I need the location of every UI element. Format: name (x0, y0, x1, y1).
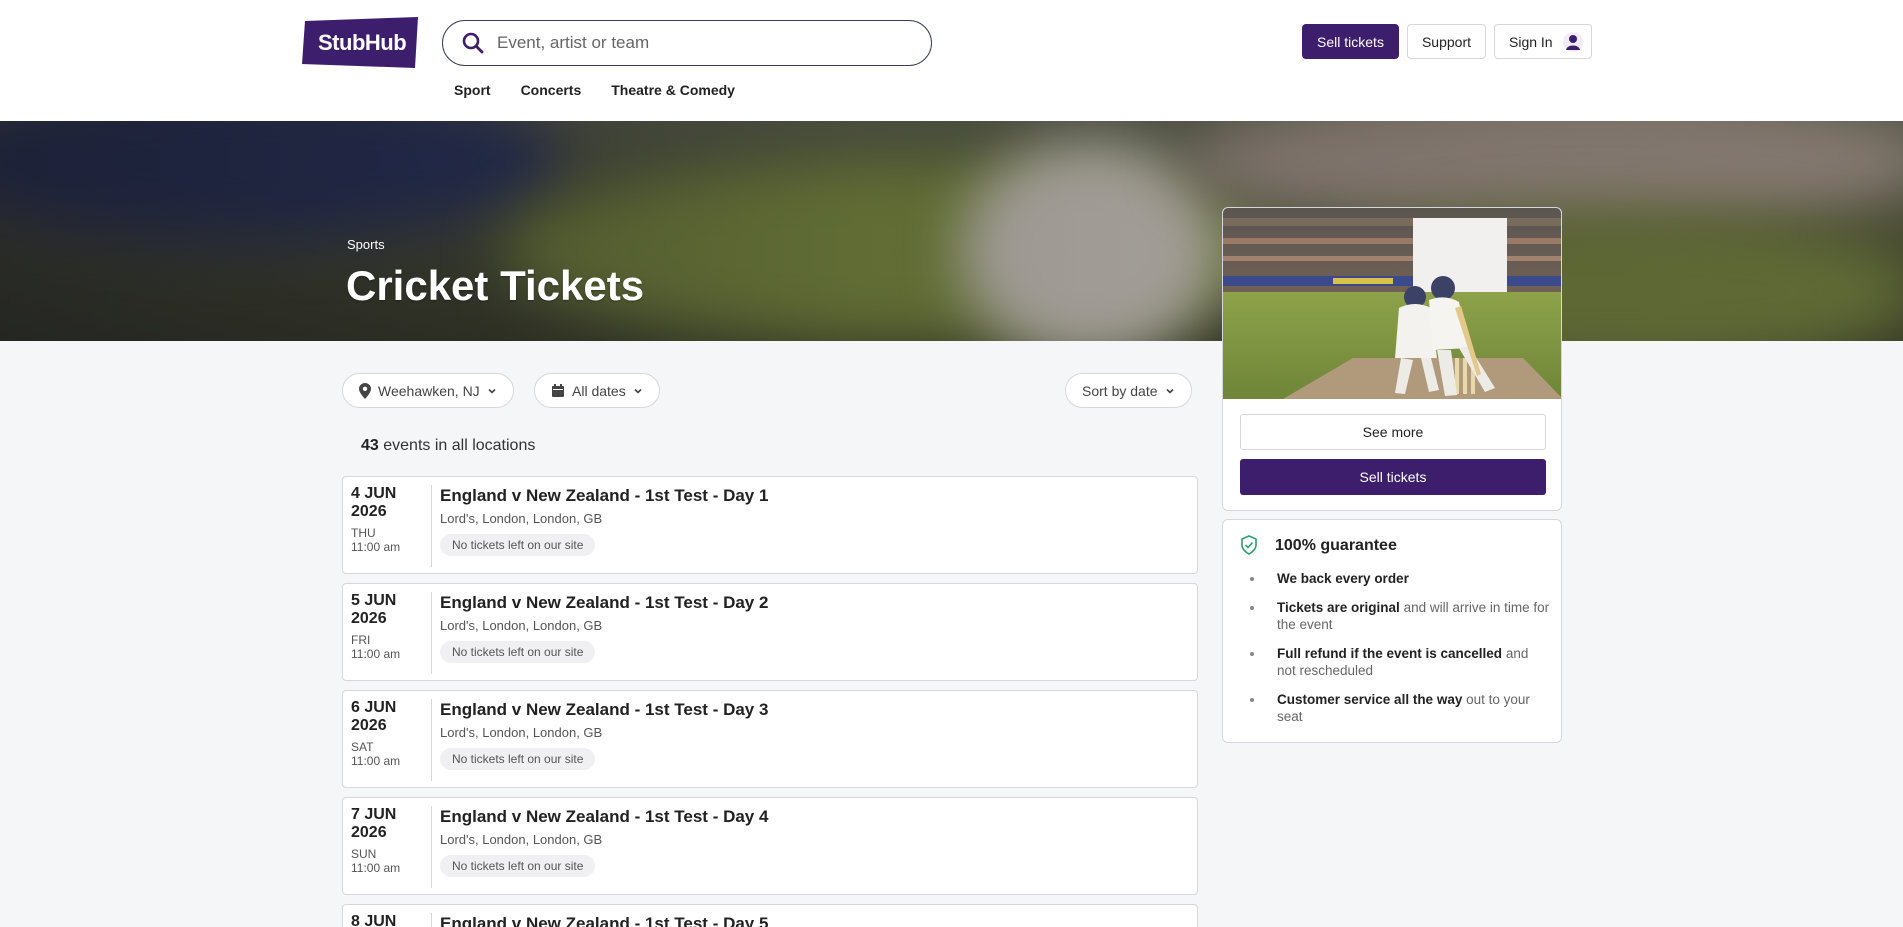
guarantee-item-bold: Tickets are original (1277, 600, 1400, 615)
event-venue: Lord's, London, London, GB (440, 725, 603, 740)
event-date: 8 JUN (351, 913, 431, 927)
promo-card: See more Sell tickets (1222, 207, 1562, 511)
results-count: 43 events in all locations (361, 437, 535, 455)
guarantee-list: We back every order Tickets are original… (1240, 570, 1550, 737)
event-weekday: THU (351, 526, 376, 540)
event-divider (431, 806, 432, 888)
hero-banner (0, 121, 1903, 341)
event-weekday: SUN (351, 847, 377, 861)
event-status-badge: No tickets left on our site (440, 641, 596, 663)
sell-tickets-promo-button[interactable]: Sell tickets (1240, 459, 1546, 495)
event-day-month: 8 JUN (351, 913, 397, 927)
guarantee-item-bold: Full refund if the event is cancelled (1277, 646, 1503, 661)
event-time: 11:00 am (351, 861, 401, 875)
event-year: 2026 (351, 824, 387, 841)
nav-theatre-comedy[interactable]: Theatre & Comedy (611, 82, 735, 98)
event-divider (431, 699, 432, 781)
site-header: StubHub Sport Concerts Theatre & Comedy … (0, 0, 1903, 121)
sell-tickets-button[interactable]: Sell tickets (1302, 24, 1399, 59)
see-more-button[interactable]: See more (1240, 414, 1546, 450)
event-card[interactable]: 4 JUN 2026 THU 11:00 am England v New Ze… (342, 476, 1198, 574)
event-day-month: 5 JUN (351, 592, 397, 609)
guarantee-item: Customer service all the way out to your… (1240, 691, 1550, 725)
event-weekday: SAT (351, 740, 374, 754)
category-nav: Sport Concerts Theatre & Comedy (454, 82, 735, 98)
event-year: 2026 (351, 610, 387, 627)
results-count-number: 43 (361, 437, 379, 454)
shield-check-icon (1241, 535, 1257, 555)
sign-in-label: Sign In (1509, 33, 1553, 50)
event-time: 11:00 am (351, 647, 401, 661)
cricket-photo (1223, 208, 1561, 399)
date-filter[interactable]: All dates (534, 373, 660, 408)
event-year: 2026 (351, 717, 387, 734)
guarantee-item-bold: Customer service all the way (1277, 692, 1463, 707)
event-day-month: 7 JUN (351, 806, 397, 823)
event-divider (431, 592, 432, 674)
chevron-down-icon (488, 388, 496, 394)
event-venue: Lord's, London, London, GB (440, 618, 603, 633)
stubhub-logo[interactable]: StubHub (302, 17, 418, 68)
results-count-text: events in all locations (383, 437, 536, 454)
event-venue: Lord's, London, London, GB (440, 511, 603, 526)
event-day-month: 4 JUN (351, 485, 397, 502)
event-card[interactable]: 7 JUN 2026 SUN 11:00 am England v New Ze… (342, 797, 1198, 895)
guarantee-item: Tickets are original and will arrive in … (1240, 599, 1550, 633)
event-status-badge: No tickets left on our site (440, 534, 596, 556)
nav-concerts[interactable]: Concerts (521, 82, 582, 98)
cricket-photo-illustration (1223, 208, 1561, 399)
event-time: 11:00 am (351, 754, 401, 768)
breadcrumb[interactable]: Sports (347, 237, 385, 252)
event-title[interactable]: England v New Zealand - 1st Test - Day 2 (440, 593, 768, 613)
event-card[interactable]: 5 JUN 2026 FRI 11:00 am England v New Ze… (342, 583, 1198, 681)
event-divider (431, 913, 432, 927)
event-card[interactable]: 6 JUN 2026 SAT 11:00 am England v New Ze… (342, 690, 1198, 788)
event-time: 11:00 am (351, 540, 401, 554)
search-box[interactable] (442, 20, 932, 66)
event-date: 7 JUN 2026 SUN 11:00 am (351, 806, 431, 875)
calendar-icon (552, 383, 564, 397)
event-status-badge: No tickets left on our site (440, 855, 596, 877)
sign-in-button[interactable]: Sign In (1494, 24, 1592, 59)
sort-dropdown[interactable]: Sort by date (1065, 373, 1192, 408)
user-icon (1562, 31, 1583, 52)
event-weekday: FRI (351, 633, 371, 647)
event-title[interactable]: England v New Zealand - 1st Test - Day 4 (440, 807, 768, 827)
event-year: 2026 (351, 503, 387, 520)
event-status-badge: No tickets left on our site (440, 748, 596, 770)
guarantee-item: We back every order (1240, 570, 1550, 587)
guarantee-item: Full refund if the event is cancelled an… (1240, 645, 1550, 679)
event-day-month: 6 JUN (351, 699, 397, 716)
location-filter-label: Weehawken, NJ (378, 382, 480, 399)
event-title[interactable]: England v New Zealand - 1st Test - Day 3 (440, 700, 768, 720)
guarantee-item-bold: We back every order (1277, 571, 1409, 586)
sort-dropdown-label: Sort by date (1082, 382, 1158, 399)
chevron-down-icon (634, 388, 642, 394)
date-filter-label: All dates (572, 382, 626, 399)
guarantee-card: 100% guarantee We back every order Ticke… (1222, 519, 1562, 743)
guarantee-title: 100% guarantee (1275, 537, 1397, 554)
logo-text: StubHub (318, 30, 407, 55)
support-button[interactable]: Support (1407, 24, 1486, 59)
event-venue: Lord's, London, London, GB (440, 832, 603, 847)
location-filter[interactable]: Weehawken, NJ (342, 373, 514, 408)
event-date: 6 JUN 2026 SAT 11:00 am (351, 699, 431, 768)
event-card[interactable]: 8 JUN England v New Zealand - 1st Test -… (342, 904, 1198, 927)
location-pin-icon (359, 382, 371, 399)
event-divider (431, 485, 432, 567)
search-icon (462, 32, 484, 54)
event-date: 4 JUN 2026 THU 11:00 am (351, 485, 431, 554)
chevron-down-icon (1165, 388, 1174, 394)
page-title: Cricket Tickets (346, 262, 645, 309)
hero-overlay (0, 121, 1903, 341)
event-title[interactable]: England v New Zealand - 1st Test - Day 1 (440, 486, 768, 506)
event-title[interactable]: England v New Zealand - 1st Test - Day 5 (440, 914, 768, 927)
search-input[interactable] (497, 29, 907, 57)
event-date: 5 JUN 2026 FRI 11:00 am (351, 592, 431, 661)
nav-sport[interactable]: Sport (454, 82, 491, 98)
